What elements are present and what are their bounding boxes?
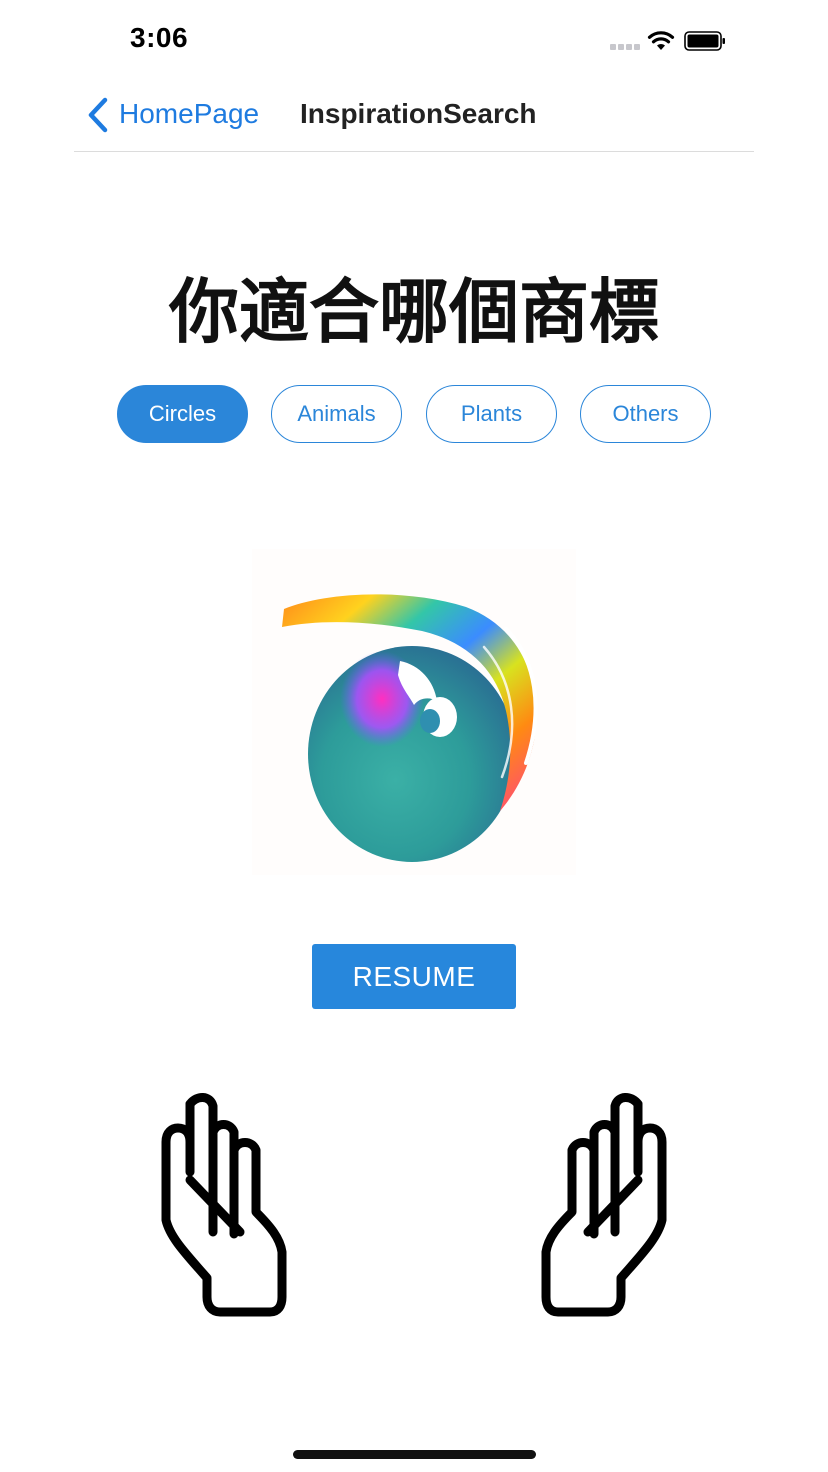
nav-divider: [74, 151, 754, 152]
resume-button[interactable]: RESUME: [312, 944, 516, 1009]
logo-image: [252, 549, 576, 875]
home-indicator[interactable]: [293, 1450, 536, 1459]
page-heading: 你適合哪個商標: [169, 271, 659, 353]
battery-icon: [684, 31, 725, 51]
back-button[interactable]: HomePage: [119, 98, 259, 130]
nav-title: InspirationSearch: [300, 98, 537, 129]
category-others-button[interactable]: Others: [580, 385, 711, 443]
category-circles-button[interactable]: Circles: [117, 385, 248, 443]
category-animals-button[interactable]: Animals: [271, 385, 402, 443]
rainbow-swirl-logo-image: [282, 594, 538, 862]
back-chevron-icon[interactable]: [86, 97, 110, 133]
raised-hand-right-icon[interactable]: [538, 1092, 668, 1318]
category-plants-button[interactable]: Plants: [426, 385, 557, 443]
wifi-icon: [647, 31, 675, 50]
cellular-signal-icon: [610, 44, 642, 50]
raised-hand-left-icon[interactable]: [160, 1092, 290, 1318]
status-time: 3:06: [130, 22, 189, 53]
